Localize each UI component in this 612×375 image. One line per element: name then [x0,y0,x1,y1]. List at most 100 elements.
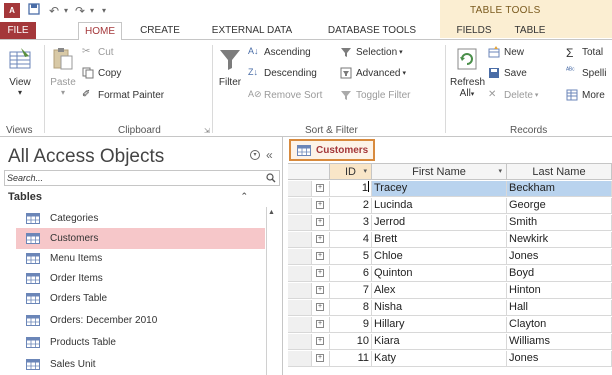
toggle-filter-button[interactable]: Toggle Filter [340,89,410,101]
new-record-button[interactable]: New [488,46,524,58]
view-button[interactable]: View ▾ [6,46,34,97]
delete-record-button[interactable]: ✕ Delete ▾ [488,89,538,101]
last-name-cell[interactable]: Boyd [507,266,612,282]
selection-button[interactable]: Selection ▾ [340,46,403,58]
save-record-button[interactable]: Save [488,67,527,79]
nav-item-order-items[interactable]: Order Items [16,268,265,289]
first-name-cell[interactable]: Jerrod [372,215,507,231]
last-name-cell[interactable]: Newkirk [507,232,612,248]
expand-plus-icon[interactable]: + [316,286,324,294]
first-name-cell[interactable]: Chloe [372,249,507,265]
first-name-cell[interactable]: Alex [372,283,507,299]
first-name-cell[interactable]: Kiara [372,334,507,350]
scroll-up-icon[interactable]: ▲ [268,209,275,216]
last-name-cell[interactable]: Hinton [507,283,612,299]
table-row[interactable]: +8 Nisha Hall [288,300,612,316]
nav-item-categories[interactable]: Categories [16,208,265,229]
expand-plus-icon[interactable]: + [316,184,324,192]
select-all-corner[interactable] [288,164,330,180]
table-row[interactable]: +7 Alex Hinton [288,283,612,299]
expand-plus-icon[interactable]: + [316,218,324,226]
totals-button[interactable]: Σ Total [566,46,603,60]
last-name-cell[interactable]: Smith [507,215,612,231]
id-cell[interactable]: 10 [330,334,372,350]
descending-button[interactable]: Z↓ Descending [248,67,317,79]
last-name-cell[interactable]: George [507,198,612,214]
advanced-button[interactable]: Advanced ▾ [340,67,406,79]
nav-search-input[interactable]: Search... [4,170,280,186]
cut-button[interactable]: ✂ Cut [82,46,114,58]
expand-plus-icon[interactable]: + [316,303,324,311]
collapse-pane-icon[interactable]: « [266,148,273,162]
nav-menu-dropdown-icon[interactable]: ▾ [250,150,260,160]
first-name-cell[interactable]: Tracey [372,181,507,197]
nav-item-sales-unit[interactable]: Sales Unit [16,354,265,375]
row-selector[interactable] [288,283,312,299]
expand-plus-icon[interactable]: + [316,201,324,209]
expand-plus-icon[interactable]: + [316,252,324,260]
expand-plus-icon[interactable]: + [316,235,324,243]
clipboard-dialog-launcher-icon[interactable]: ⇲ [204,127,210,135]
table-row[interactable]: +6 Quinton Boyd [288,266,612,282]
table-row[interactable]: +9 Hillary Clayton [288,317,612,333]
id-cell[interactable]: 3 [330,215,372,231]
table-row[interactable]: +4 Brett Newkirk [288,232,612,248]
id-cell[interactable]: 8 [330,300,372,316]
paste-button[interactable]: Paste ▾ [48,46,78,97]
column-header-last-name[interactable]: Last Name [507,164,612,180]
expand-plus-icon[interactable]: + [316,354,324,362]
last-name-cell[interactable]: Clayton [507,317,612,333]
nav-item-orders-december-2010[interactable]: Orders: December 2010 [16,310,265,331]
id-cell[interactable]: 5 [330,249,372,265]
expand-plus-icon[interactable]: + [316,320,324,328]
table-row[interactable]: +5 Chloe Jones [288,249,612,265]
row-selector[interactable] [288,266,312,282]
search-icon[interactable] [266,173,276,183]
tab-create[interactable]: CREATE [136,22,184,39]
row-selector[interactable] [288,198,312,214]
ascending-button[interactable]: A↓ Ascending [248,46,311,58]
copy-button[interactable]: Copy [82,67,121,79]
document-tab-customers[interactable]: Customers [289,139,375,161]
column-header-first-name[interactable]: First Name ▾ [372,164,507,180]
tab-file[interactable]: FILE [0,22,36,39]
save-icon[interactable] [26,3,42,19]
refresh-all-button[interactable]: Refresh All▾ [450,46,485,99]
last-name-cell[interactable]: Hall [507,300,612,316]
tab-fields[interactable]: FIELDS [451,22,497,39]
access-app-icon[interactable]: A [4,3,20,18]
tab-table[interactable]: TABLE [508,22,552,39]
tab-external-data[interactable]: EXTERNAL DATA [209,22,295,39]
nav-pane-title[interactable]: All Access Objects [8,146,164,168]
id-cell[interactable]: 2 [330,198,372,214]
nav-item-orders-table[interactable]: Orders Table [16,288,265,309]
id-cell[interactable]: 6 [330,266,372,282]
id-cell[interactable]: 1 [330,181,372,197]
nav-item-menu-items[interactable]: Menu Items [16,248,265,269]
first-name-cell[interactable]: Nisha [372,300,507,316]
chevron-down-icon[interactable]: ▾ [498,164,502,180]
id-cell[interactable]: 7 [330,283,372,299]
expand-plus-icon[interactable]: + [316,269,324,277]
remove-sort-button[interactable]: A⊘ Remove Sort [248,89,322,101]
spelling-button[interactable]: ᴬᴮᶜ Spelli [566,67,606,79]
first-name-cell[interactable]: Brett [372,232,507,248]
first-name-cell[interactable]: Quinton [372,266,507,282]
tables-section-header[interactable]: Tables ⌃ [4,191,252,205]
chevron-up-icon[interactable]: ⌃ [240,191,248,202]
column-header-id[interactable]: ID ▾ [330,164,372,180]
filter-button[interactable]: Filter [216,46,244,88]
tab-home[interactable]: HOME [78,22,122,40]
tab-database-tools[interactable]: DATABASE TOOLS [323,22,421,39]
first-name-cell[interactable]: Katy [372,351,507,367]
nav-item-customers[interactable]: Customers [16,228,265,249]
id-cell[interactable]: 11 [330,351,372,367]
first-name-cell[interactable]: Hillary [372,317,507,333]
row-selector[interactable] [288,232,312,248]
more-button[interactable]: More [566,89,605,101]
table-row[interactable]: +1 Tracey Beckham [288,181,612,197]
last-name-cell[interactable]: Beckham [507,181,612,197]
last-name-cell[interactable]: Jones [507,249,612,265]
row-selector[interactable] [288,317,312,333]
id-cell[interactable]: 4 [330,232,372,248]
